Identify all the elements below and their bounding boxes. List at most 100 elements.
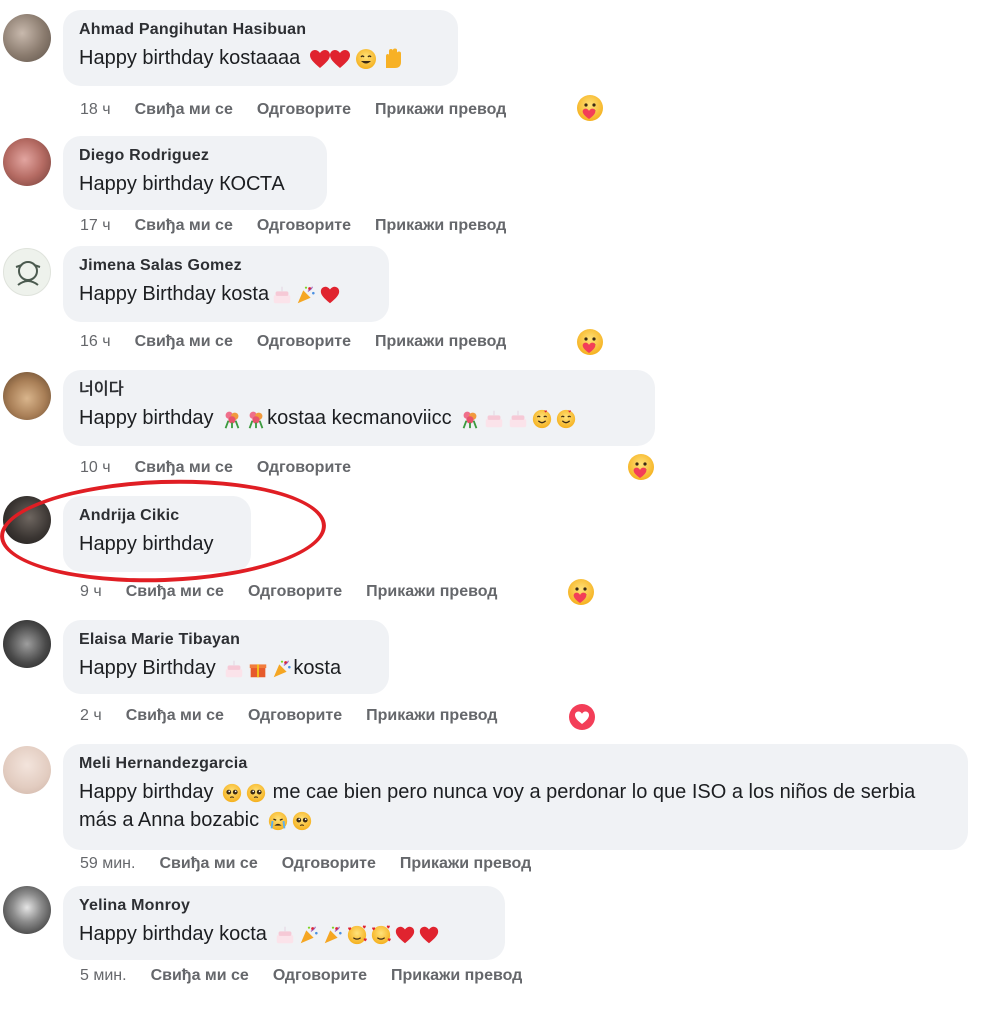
comment-text-content: Happy birthday xyxy=(79,407,214,429)
comment-text: Happy Birthday kosta xyxy=(79,654,373,682)
birthday-cake-icon xyxy=(271,284,293,306)
comment-actions: 17 ч Свиђа ми се Одговорите Прикажи прев… xyxy=(80,216,530,236)
translate-link[interactable]: Прикажи превод xyxy=(400,854,531,874)
comment-actions: 18 ч Свиђа ми се Одговорите Прикажи прев… xyxy=(80,100,530,120)
smiling-face-hearts-icon xyxy=(346,924,368,946)
care-icon[interactable] xyxy=(566,577,596,607)
comment-text-content: kostaa kecmanoviicc xyxy=(267,407,452,429)
comment-text-content: Happy Birthday kosta xyxy=(79,283,270,305)
heart-icon xyxy=(319,284,341,306)
reply-link[interactable]: Одговорите xyxy=(248,582,342,602)
comment-time[interactable]: 2 ч xyxy=(80,706,102,726)
like-link[interactable]: Свиђа ми се xyxy=(126,706,224,726)
avatar[interactable] xyxy=(3,14,51,62)
smiling-face-hearts-icon xyxy=(555,408,577,430)
heart-icon xyxy=(394,924,416,946)
care-icon[interactable] xyxy=(626,452,656,482)
smiling-face-hearts-icon xyxy=(370,924,392,946)
comment-text-content: Happy birthday kocta xyxy=(79,923,267,945)
pleading-face-icon xyxy=(291,810,313,832)
reply-link[interactable]: Одговорите xyxy=(248,706,342,726)
birthday-cake-icon xyxy=(274,924,296,946)
bouquet-icon xyxy=(245,408,267,430)
comment-time[interactable]: 10 ч xyxy=(80,458,111,478)
comment-text-content: Happy birthday xyxy=(79,781,214,803)
birthday-cake-icon xyxy=(483,408,505,430)
avatar[interactable] xyxy=(3,248,51,296)
comment-text: Happy birthday kostaa kecmanoviicc xyxy=(79,404,639,432)
avatar[interactable] xyxy=(3,372,51,420)
comment-text: Happy birthday kocta xyxy=(79,920,489,948)
like-link[interactable]: Свиђа ми се xyxy=(126,582,224,602)
comment-bubble: 너이다 Happy birthday kostaa kecmanoviicc xyxy=(63,370,655,446)
comment-text-content: kosta xyxy=(293,657,342,679)
party-popper-icon xyxy=(322,924,344,946)
like-link[interactable]: Свиђа ми се xyxy=(135,458,233,478)
comment-text: Happy birthday kostaaaa xyxy=(79,44,442,72)
comment-author[interactable]: Yelina Monroy xyxy=(79,896,489,916)
translate-link[interactable]: Прикажи превод xyxy=(366,706,497,726)
comment-bubble: Jimena Salas Gomez Happy Birthday kosta xyxy=(63,246,389,322)
comment-author[interactable]: Ahmad Pangihutan Hasibuan xyxy=(79,20,442,40)
translate-link[interactable]: Прикажи превод xyxy=(375,100,506,120)
comment-author[interactable]: Elaisa Marie Tibayan xyxy=(79,630,373,650)
care-icon[interactable] xyxy=(575,327,605,357)
translate-link[interactable]: Прикажи превод xyxy=(375,332,506,352)
comment-bubble: Ahmad Pangihutan Hasibuan Happy birthday… xyxy=(63,10,458,86)
comment-actions: 5 мин. Свиђа ми се Одговорите Прикажи пр… xyxy=(80,966,546,986)
crying-face-icon xyxy=(267,810,289,832)
reply-link[interactable]: Одговорите xyxy=(257,458,351,478)
party-popper-icon xyxy=(295,284,317,306)
raised-hand-icon xyxy=(380,47,404,71)
smiling-face-hearts-icon xyxy=(531,408,553,430)
comment-bubble: Elaisa Marie Tibayan Happy Birthday kost… xyxy=(63,620,389,694)
care-icon[interactable] xyxy=(575,93,605,123)
comment-actions: 10 ч Свиђа ми се Одговорите xyxy=(80,458,375,478)
comment-time[interactable]: 9 ч xyxy=(80,582,102,602)
translate-link[interactable]: Прикажи превод xyxy=(375,216,506,236)
birthday-cake-icon xyxy=(507,408,529,430)
reply-link[interactable]: Одговорите xyxy=(273,966,367,986)
bouquet-icon xyxy=(221,408,243,430)
comment-author[interactable]: Meli Hernandezgarcia xyxy=(79,754,952,774)
avatar[interactable] xyxy=(3,138,51,186)
reply-link[interactable]: Одговорите xyxy=(257,332,351,352)
heart-icon xyxy=(328,47,352,71)
grinning-face-icon xyxy=(354,47,378,71)
comment-text-content: Happy Birthday xyxy=(79,657,216,679)
avatar[interactable] xyxy=(3,886,51,934)
reply-link[interactable]: Одговорите xyxy=(282,854,376,874)
comment-time[interactable]: 16 ч xyxy=(80,332,111,352)
avatar[interactable] xyxy=(3,620,51,668)
comment-time[interactable]: 18 ч xyxy=(80,100,111,120)
party-popper-icon xyxy=(271,658,293,680)
like-link[interactable]: Свиђа ми се xyxy=(151,966,249,986)
comment-actions: 9 ч Свиђа ми се Одговорите Прикажи прево… xyxy=(80,582,521,602)
comment-actions: 16 ч Свиђа ми се Одговорите Прикажи прев… xyxy=(80,332,530,352)
comment-bubble: Meli Hernandezgarcia Happy birthday me c… xyxy=(63,744,968,850)
like-link[interactable]: Свиђа ми се xyxy=(135,216,233,236)
avatar-drawing xyxy=(15,261,41,286)
translate-link[interactable]: Прикажи превод xyxy=(366,582,497,602)
reply-link[interactable]: Одговорите xyxy=(257,100,351,120)
love-icon[interactable] xyxy=(567,702,597,732)
comment-text-content: Happy birthday kostaaaa xyxy=(79,47,301,69)
like-link[interactable]: Свиђа ми се xyxy=(135,100,233,120)
comment-author[interactable]: Jimena Salas Gomez xyxy=(79,256,373,276)
reply-link[interactable]: Одговорите xyxy=(257,216,351,236)
comment-author[interactable]: 너이다 xyxy=(79,380,639,400)
comment-time[interactable]: 59 мин. xyxy=(80,854,135,874)
comment-text: Happy birthday me cae bien pero nunca vo… xyxy=(79,778,952,834)
comment-actions: 2 ч Свиђа ми се Одговорите Прикажи прево… xyxy=(80,706,521,726)
comment-bubble: Yelina Monroy Happy birthday kocta xyxy=(63,886,505,960)
party-popper-icon xyxy=(298,924,320,946)
comment-time[interactable]: 5 мин. xyxy=(80,966,127,986)
comment-time[interactable]: 17 ч xyxy=(80,216,111,236)
bouquet-icon xyxy=(459,408,481,430)
comment-author[interactable]: Diego Rodriguez xyxy=(79,146,311,166)
avatar[interactable] xyxy=(3,746,51,794)
like-link[interactable]: Свиђа ми се xyxy=(159,854,257,874)
comment-actions: 59 мин. Свиђа ми се Одговорите Прикажи п… xyxy=(80,854,555,874)
translate-link[interactable]: Прикажи превод xyxy=(391,966,522,986)
like-link[interactable]: Свиђа ми се xyxy=(135,332,233,352)
